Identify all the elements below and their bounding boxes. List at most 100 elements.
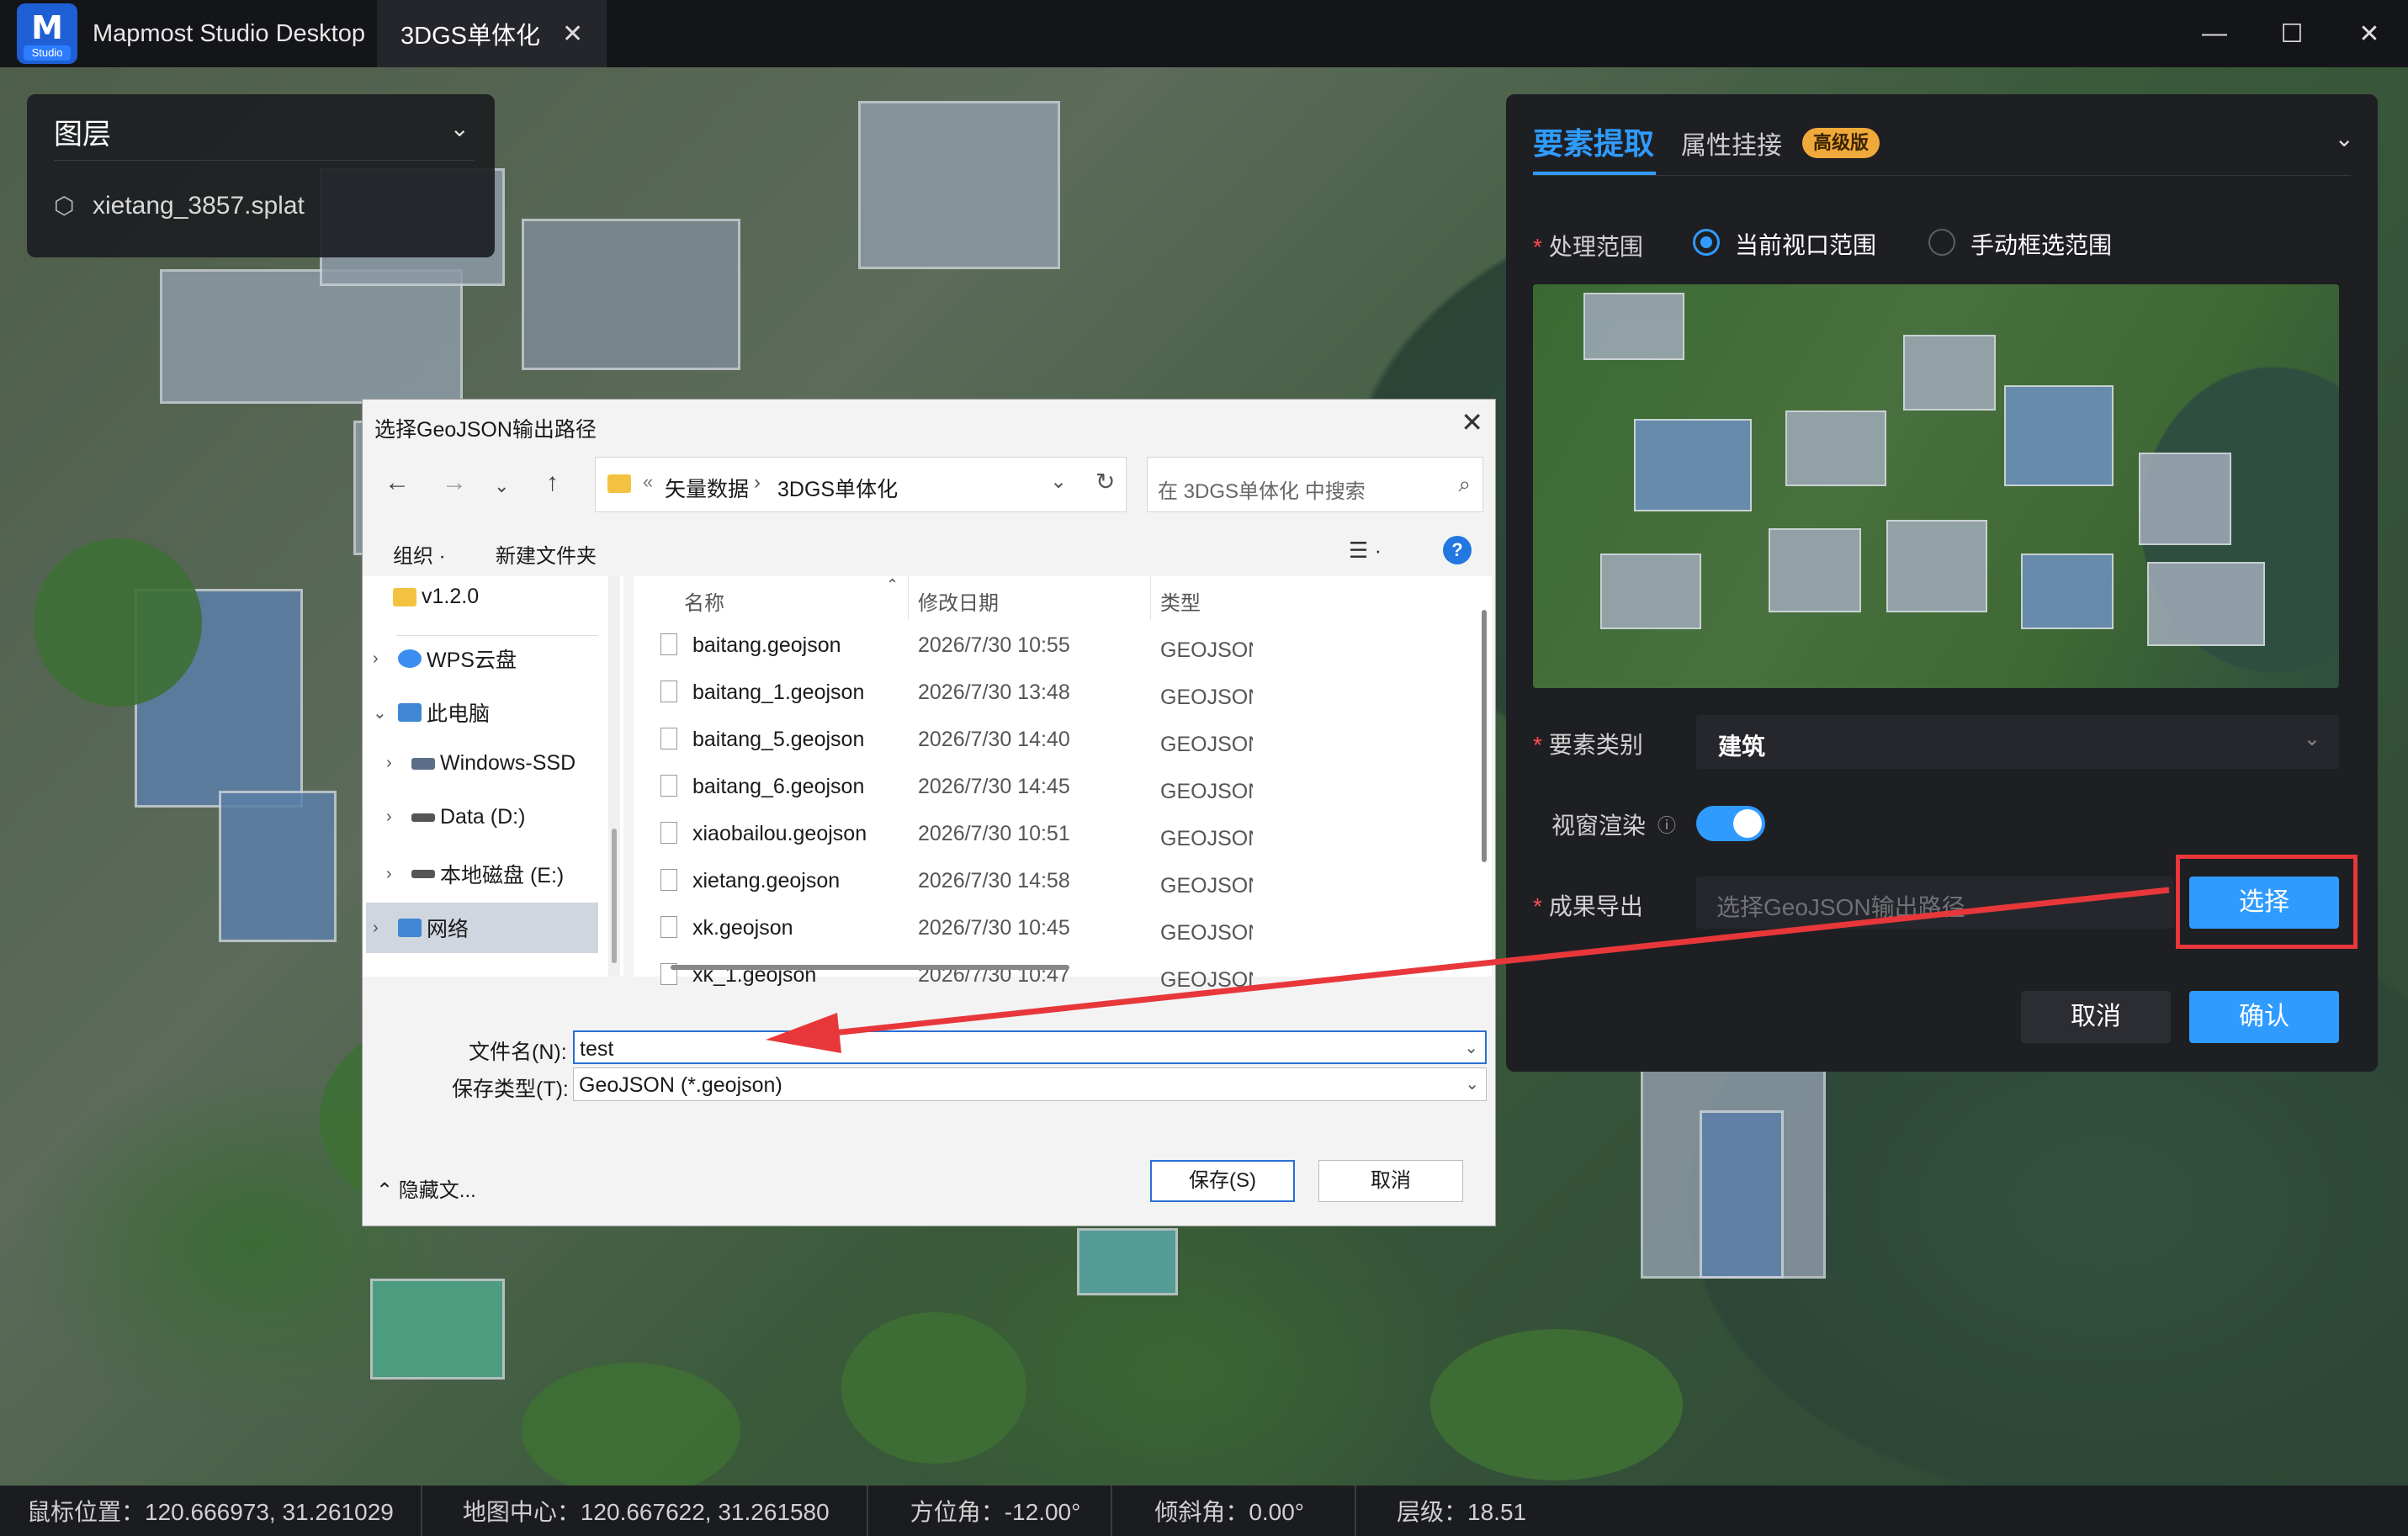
filename-input[interactable]: test ⌄ [573, 1030, 1487, 1064]
vertical-scrollbar[interactable] [1482, 610, 1487, 862]
filename-value: test [580, 1037, 614, 1061]
up-arrow-icon[interactable]: ↑ [546, 469, 559, 497]
nav-item-network[interactable]: › 网络 [373, 913, 469, 943]
chevron-down-icon[interactable]: ⌄ [2335, 124, 2354, 152]
column-header-name[interactable]: 名称 [684, 586, 724, 616]
file-row[interactable]: baitang.geojson 2026/7/30 10:55 GEOJSON 文件 [634, 622, 1475, 669]
navigation-pane: v1.2.0 › WPS云盘 ⌄ 此电脑 › Windows-SSD › Dat… [363, 576, 623, 977]
maximize-icon[interactable]: ☐ [2253, 0, 2331, 67]
chevron-right-icon[interactable]: › [386, 808, 411, 827]
category-select[interactable]: 建筑 ⌄ [1696, 715, 2339, 769]
help-circle-icon[interactable]: ⓘ [1657, 811, 1676, 838]
file-modified-date: 2026/7/30 13:48 [918, 681, 1070, 704]
nav-item-wps[interactable]: › WPS云盘 [373, 644, 517, 674]
minimize-icon[interactable]: — [2176, 0, 2253, 67]
file-name: baitang_1.geojson [692, 681, 865, 704]
breadcrumb-segment[interactable]: 3DGS单体化 [777, 473, 898, 503]
search-icon[interactable]: ⌕ [1458, 471, 1471, 498]
back-arrow-icon[interactable]: ← [385, 469, 410, 497]
chevron-down-icon[interactable]: ⌄ [373, 702, 398, 723]
folder-icon [607, 474, 631, 493]
status-bar: 鼠标位置：120.666973, 31.261029 地图中心：120.6676… [0, 1486, 2408, 1536]
search-placeholder: 在 3DGS单体化 中搜索 [1158, 480, 1366, 503]
file-name: xiaobailou.geojson [692, 822, 867, 845]
recent-locations-chevron-icon[interactable]: ⌄ [494, 475, 509, 497]
file-type: GEOJSON 文件 [1160, 686, 1253, 709]
view-options-icon[interactable]: ☰ · [1349, 538, 1382, 564]
title-bar: M Studio Mapmost Studio Desktop 3DGS单体化 … [0, 0, 2408, 67]
radio-manual-selection-label[interactable]: 手动框选范围 [1970, 227, 2112, 261]
chevron-right-icon[interactable]: › [373, 649, 398, 669]
chevron-left-double-icon[interactable]: « [643, 471, 653, 493]
nav-item-v120[interactable]: v1.2.0 [393, 585, 479, 609]
chevron-down-icon[interactable]: ⌄ [1050, 469, 1067, 494]
nav-item-local-e[interactable]: › 本地磁盘 (E:) [386, 859, 564, 889]
file-row[interactable]: xk_1.geojson2026/7/30 10:47GEOJSON 文件 [634, 951, 1475, 998]
file-modified-date: 2026/7/30 10:51 [918, 822, 1070, 845]
file-row[interactable]: xiaobailou.geojson 2026/7/30 10:51 GEOJSON… [634, 810, 1475, 857]
tab-close-icon[interactable]: ✕ [562, 19, 583, 49]
radio-current-viewport[interactable] [1693, 229, 1720, 256]
file-row[interactable]: baitang_5.geojson 2026/7/30 14:40 GEOJSON … [634, 716, 1475, 763]
file-type: GEOJSON 文件 [1160, 638, 1253, 662]
cancel-button[interactable]: 取消 [2021, 991, 2171, 1043]
nav-item-data-d[interactable]: › Data (D:) [386, 805, 525, 829]
column-divider[interactable] [908, 576, 909, 620]
file-modified-date: 2026/7/30 14:58 [918, 869, 1070, 892]
close-window-icon[interactable]: ✕ [2331, 0, 2408, 67]
nav-scrollbar[interactable] [608, 576, 620, 977]
dialog-cancel-button[interactable]: 取消 [1318, 1160, 1463, 1202]
chevron-down-icon[interactable]: ⌄ [1465, 1073, 1479, 1094]
hide-folders-toggle[interactable]: ⌃ 隐藏文... [376, 1173, 476, 1203]
forward-arrow-icon[interactable]: → [442, 469, 467, 497]
file-icon [660, 681, 677, 702]
filename-label: 文件名(N): [469, 1041, 567, 1064]
chevron-up-icon: ⌃ [376, 1179, 399, 1202]
confirm-button[interactable]: 确认 [2189, 991, 2339, 1043]
chevron-right-icon[interactable]: › [754, 471, 761, 495]
file-row[interactable]: baitang_6.geojson 2026/7/30 14:45 GEOJSON … [634, 763, 1475, 810]
tab-attribute-linking[interactable]: 属性挂接 [1681, 124, 1782, 162]
file-row[interactable]: xk.geojson 2026/7/30 10:45 GEOJSON 文件 [634, 904, 1475, 951]
file-modified-date: 2026/7/30 10:55 [918, 633, 1070, 657]
search-input[interactable]: 在 3DGS单体化 中搜索 ⌕ [1147, 457, 1483, 512]
output-path-input[interactable]: 选择GeoJSON输出路径 [1696, 877, 2174, 929]
chevron-down-icon[interactable]: ⌄ [1464, 1037, 1478, 1058]
layer-item[interactable]: ⬡ xietang_3857.splat [54, 192, 305, 220]
document-tab[interactable]: 3DGS单体化 ✕ [377, 0, 607, 67]
filetype-select[interactable]: GeoJSON (*.geojson) ⌄ [573, 1067, 1487, 1101]
file-row[interactable]: xietang.geojson 2026/7/30 14:58 GEOJSON 文件 [634, 857, 1475, 904]
chevron-right-icon[interactable]: › [386, 754, 411, 773]
file-list: 名称 ⌃ 修改日期 类型 baitang.geojson 2026/7/30 10… [634, 576, 1492, 992]
chevron-down-icon[interactable]: ⌄ [450, 114, 469, 142]
breadcrumb-segment[interactable]: 矢量数据 [665, 473, 749, 503]
address-bar[interactable]: « 矢量数据 › 3DGS单体化 ⌄ ↻ [595, 457, 1127, 512]
file-modified-date: 2026/7/30 14:40 [918, 728, 1070, 751]
organize-menu[interactable]: 组织 · [393, 539, 446, 569]
save-button[interactable]: 保存(S) [1150, 1160, 1295, 1202]
filetype-value: GeoJSON (*.geojson) [579, 1073, 782, 1097]
nav-item-windows-ssd[interactable]: › Windows-SSD [386, 751, 575, 776]
chevron-right-icon[interactable]: › [373, 919, 398, 938]
tab-feature-extraction[interactable]: 要素提取 [1533, 119, 1654, 163]
new-folder-button[interactable]: 新建文件夹 [496, 539, 597, 569]
layers-panel: 图层 ⌄ ⬡ xietang_3857.splat [27, 94, 495, 257]
nav-item-this-pc[interactable]: ⌄ 此电脑 [373, 697, 490, 728]
close-icon[interactable]: ✕ [1461, 406, 1483, 438]
refresh-icon[interactable]: ↻ [1095, 468, 1115, 495]
status-map-center: 地图中心：120.667622, 31.261580 [422, 1486, 868, 1536]
filetype-label: 保存类型(T): [452, 1078, 569, 1101]
horizontal-scrollbar[interactable] [671, 965, 1069, 970]
chevron-down-icon: ⌄ [2303, 728, 2320, 750]
chevron-right-icon[interactable]: › [386, 865, 411, 884]
radio-manual-selection[interactable] [1928, 229, 1955, 256]
column-divider[interactable] [1150, 576, 1151, 620]
app-title: Mapmost Studio Desktop [93, 19, 365, 47]
column-header-type[interactable]: 类型 [1160, 586, 1201, 616]
file-row[interactable]: baitang_1.geojson 2026/7/30 13:48 GEOJSON … [634, 669, 1475, 716]
logo-studio-label: Studio [24, 45, 71, 61]
radio-current-viewport-label[interactable]: 当前视口范围 [1735, 227, 1876, 261]
column-header-date[interactable]: 修改日期 [918, 586, 999, 616]
help-icon[interactable]: ? [1443, 536, 1472, 564]
viewport-render-toggle[interactable] [1696, 806, 1765, 841]
